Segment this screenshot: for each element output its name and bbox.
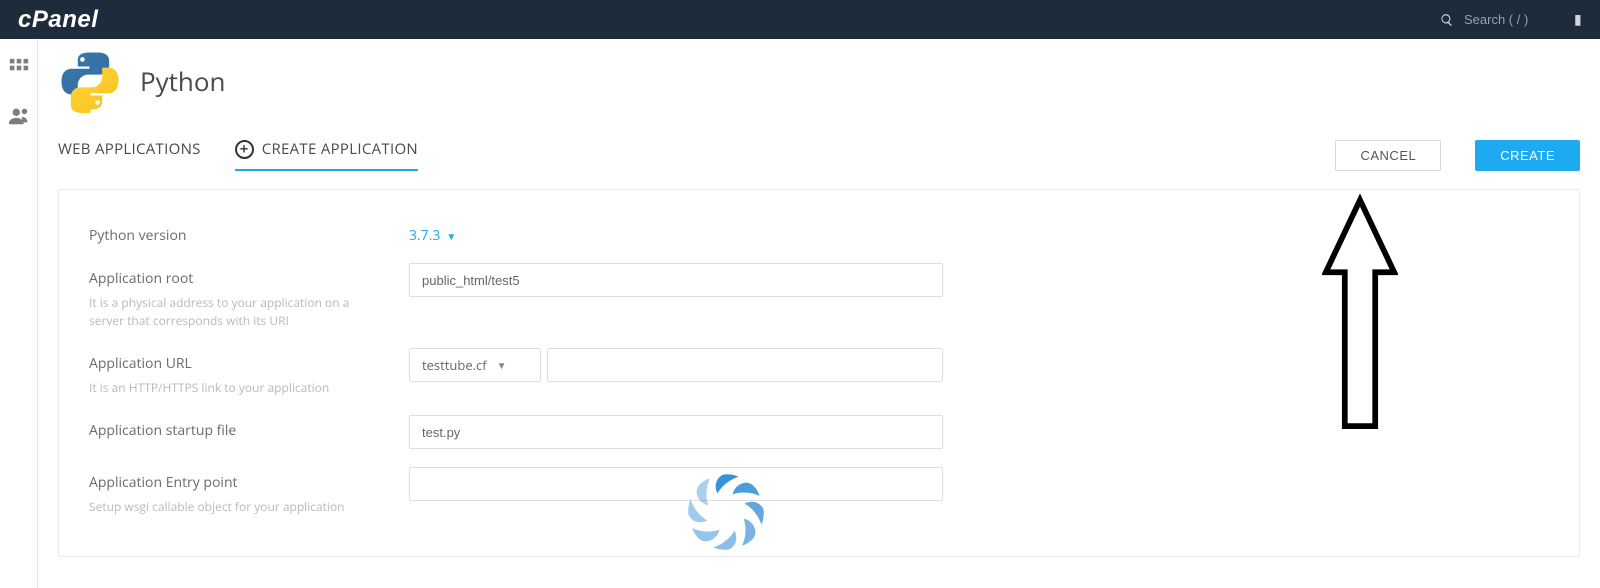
startup-file-input[interactable]: [409, 415, 943, 449]
row-app-url: Application URL It is an HTTP/HTTPS link…: [89, 348, 1217, 397]
python-version-dropdown[interactable]: 3.7.3 ▼: [409, 220, 456, 245]
row-python-version: Python version 3.7.3 ▼: [89, 220, 1217, 245]
logo-text: cPanel: [18, 6, 98, 33]
hint-app-url: It is an HTTP/HTTPS link to your applica…: [89, 379, 369, 397]
tabs-row: WEB APPLICATIONS + CREATE APPLICATION CA…: [38, 119, 1600, 171]
label-app-root: Application root: [89, 269, 409, 288]
page-header: Python: [38, 39, 1600, 119]
tab-web-applications[interactable]: WEB APPLICATIONS: [58, 139, 201, 171]
search-wrap: [1440, 12, 1574, 27]
label-entry-point: Application Entry point: [89, 473, 409, 492]
label-startup-file: Application startup file: [89, 421, 409, 440]
hint-app-root: It is a physical address to your applica…: [89, 294, 369, 330]
topbar: cPanel ▮: [0, 0, 1600, 39]
label-python-version: Python version: [89, 226, 409, 245]
row-startup-file: Application startup file: [89, 415, 1217, 449]
grid-icon[interactable]: [8, 57, 30, 79]
entry-point-input[interactable]: [409, 467, 943, 501]
tab-label: CREATE APPLICATION: [262, 139, 418, 159]
chevron-down-icon: ▼: [497, 358, 507, 372]
tab-create-application[interactable]: + CREATE APPLICATION: [235, 139, 418, 171]
chevron-down-icon: ▼: [446, 229, 456, 243]
url-path-input[interactable]: [547, 348, 943, 382]
form-card: Python version 3.7.3 ▼ Application root …: [58, 189, 1580, 557]
cpanel-logo[interactable]: cPanel: [18, 8, 98, 32]
page-title: Python: [140, 63, 225, 99]
row-entry-point: Application Entry point Setup wsgi calla…: [89, 467, 1217, 516]
domain-value: testtube.cf: [422, 356, 487, 374]
row-app-root: Application root It is a physical addres…: [89, 263, 1217, 330]
search-icon: [1440, 13, 1454, 27]
python-icon: [58, 49, 122, 113]
search-input[interactable]: [1464, 12, 1574, 27]
create-button[interactable]: CREATE: [1475, 140, 1580, 171]
tab-label: WEB APPLICATIONS: [58, 139, 201, 159]
hint-entry-point: Setup wsgi callable object for your appl…: [89, 498, 369, 516]
app-root-input[interactable]: [409, 263, 943, 297]
label-app-url: Application URL: [89, 354, 409, 373]
domain-select[interactable]: testtube.cf ▼: [409, 348, 541, 382]
python-version-value: 3.7.3: [409, 226, 440, 245]
left-rail: [0, 39, 38, 588]
user-menu-icon[interactable]: ▮: [1574, 10, 1588, 29]
cancel-button[interactable]: CANCEL: [1335, 140, 1441, 171]
users-icon[interactable]: [8, 105, 30, 127]
plus-icon: +: [235, 140, 254, 159]
main: Python WEB APPLICATIONS + CREATE APPLICA…: [38, 39, 1600, 588]
